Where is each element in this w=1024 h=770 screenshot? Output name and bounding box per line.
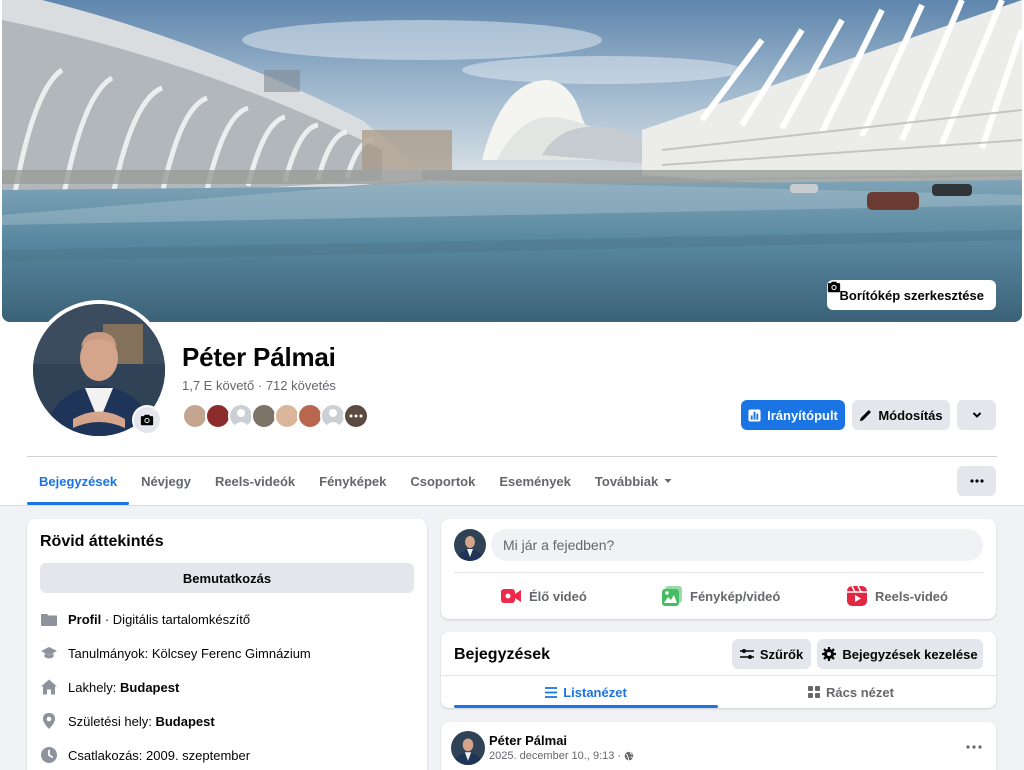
active-view-indicator (454, 705, 718, 708)
default-avatar-icon (233, 409, 249, 427)
composer-divider (454, 572, 984, 573)
intro-studies-text: Tanulmányok: Kölcsey Ferenc Gimnázium (68, 645, 311, 661)
intro-residence-row: Lakhely: Budapest (40, 678, 179, 696)
filter-sliders-icon (739, 649, 754, 659)
tab-events[interactable]: Események (487, 457, 583, 505)
chevron-down-icon (972, 412, 981, 418)
tab-photos[interactable]: Fényképek (307, 457, 398, 505)
profile-tabs: Bejegyzések Névjegy Reels-videók Fénykép… (27, 457, 685, 505)
tab-about[interactable]: Névjegy (129, 457, 203, 505)
posts-header-card: Bejegyzések Szűrők Bejegyzések kezelése … (441, 632, 996, 708)
avatar-illustration (454, 529, 486, 561)
intro-birthplace-value[interactable]: Budapest (155, 714, 214, 729)
intro-profile-row: Profil · Digitális tartalomkészítő (40, 610, 250, 628)
photo-video-label: Fénykép/videó (690, 588, 781, 604)
post-author-name[interactable]: Péter Pálmai (489, 733, 567, 748)
photo-video-button[interactable]: Fénykép/videó (662, 581, 780, 611)
location-pin-icon (43, 713, 55, 729)
more-dots-icon (966, 745, 982, 749)
intro-birthplace-row: Születési hely: Budapest (40, 712, 215, 730)
graduation-cap-icon (41, 647, 57, 659)
post-author-avatar[interactable] (451, 731, 485, 765)
briefcase-icon (41, 614, 57, 626)
intro-card: Rövid áttekintés Bemutatkozás Profil · D… (27, 519, 427, 770)
post-meta: 2025. december 10., 9:13 · (489, 750, 634, 762)
grid-icon (808, 686, 821, 698)
intro-title: Rövid áttekintés (40, 533, 164, 550)
more-friends-avatar[interactable] (343, 403, 369, 429)
list-view-label: Listanézet (563, 684, 627, 700)
more-dots-icon (969, 479, 984, 483)
intro-joined-row: Csatlakozás: 2009. szeptember (40, 746, 250, 764)
reels-video-button[interactable]: Reels-videó (847, 581, 948, 611)
friend-avatars[interactable] (182, 403, 369, 429)
tab-reels[interactable]: Reels-videók (203, 457, 307, 505)
live-video-icon (501, 589, 521, 603)
tab-more-label: Továbbiak (594, 473, 659, 489)
pencil-icon (860, 409, 872, 421)
grid-view-label: Rács nézet (826, 684, 894, 700)
gear-icon (822, 647, 837, 661)
add-bio-button[interactable]: Bemutatkozás (40, 563, 414, 593)
filters-label: Szűrők (759, 646, 804, 662)
dashboard-button[interactable]: Irányítópult (741, 400, 845, 430)
edit-profile-button[interactable]: Módosítás (852, 400, 950, 430)
post-options-button[interactable] (966, 736, 982, 754)
more-dots-icon (349, 414, 363, 418)
more-actions-button[interactable] (957, 400, 996, 430)
posts-title: Bejegyzések (454, 646, 551, 663)
live-video-button[interactable]: Élő videó (501, 581, 587, 611)
intro-birthplace-text: Születési hely: Budapest (68, 714, 215, 729)
tabs-more-options-button[interactable] (957, 466, 996, 496)
intro-studies-row: Tanulmányok: Kölcsey Ferenc Gimnázium (40, 644, 311, 662)
photo-icon (662, 586, 682, 606)
header-divider (0, 505, 1024, 506)
intro-residence-text: Lakhely: Budapest (68, 680, 179, 695)
reels-video-label: Reels-videó (875, 588, 948, 604)
composer-avatar[interactable] (454, 529, 486, 561)
profile-name: Péter Pálmai (182, 342, 336, 372)
tab-posts[interactable]: Bejegyzések (27, 457, 130, 505)
reels-icon (847, 586, 867, 606)
intro-joined-text: Csatlakozás: 2009. szeptember (68, 747, 251, 763)
intro-profile-label: Profil (68, 611, 102, 627)
caret-down-icon (664, 479, 672, 483)
intro-residence-label: Lakhely: (68, 679, 121, 695)
camera-icon (140, 414, 154, 426)
profile-header: Borítókép szerkesztése Péter Pálmai 1,7 … (0, 0, 1024, 506)
manage-posts-button[interactable]: Bejegyzések kezelése (817, 639, 983, 669)
live-video-label: Élő videó (529, 588, 587, 604)
edit-cover-button[interactable]: Borítókép szerkesztése (827, 280, 996, 310)
camera-icon (828, 281, 841, 293)
edit-profile-label: Módosítás (878, 407, 943, 423)
cover-photo[interactable]: Borítókép szerkesztése (2, 0, 1022, 322)
list-view-tab[interactable]: Listanézet (454, 676, 718, 708)
dashboard-label: Irányítópult (767, 407, 838, 423)
clock-icon (41, 747, 57, 763)
composer-input[interactable]: Mi jár a fejedben? (491, 529, 983, 561)
filters-button[interactable]: Szűrők (732, 639, 811, 669)
composer-card: Mi jár a fejedben? Élő videó Fénykép/vid… (441, 519, 996, 619)
dashboard-icon (748, 408, 761, 422)
home-icon (41, 679, 57, 695)
avatar-illustration (451, 731, 485, 765)
edit-cover-label: Borítókép szerkesztése (839, 287, 984, 303)
list-icon (545, 686, 558, 698)
intro-residence-value[interactable]: Budapest (120, 680, 179, 695)
manage-posts-label: Bejegyzések kezelése (842, 646, 978, 662)
intro-birthplace-label: Születési hely: (68, 713, 156, 729)
tab-more[interactable]: Továbbiak (583, 457, 685, 505)
tab-groups[interactable]: Csoportok (398, 457, 487, 505)
post-card: Péter Pálmai 2025. december 10., 9:13 · (441, 722, 996, 770)
default-avatar-icon (325, 409, 341, 427)
grid-view-tab[interactable]: Rács nézet (719, 676, 983, 708)
follower-stats[interactable]: 1,7 E követő · 712 követés (182, 378, 336, 393)
intro-profile-text: Profil · Digitális tartalomkészítő (68, 612, 250, 627)
post-date[interactable]: 2025. december 10., 9:13 · (489, 750, 621, 762)
cover-photo-illustration (2, 0, 1022, 322)
globe-icon (624, 751, 634, 761)
update-profile-picture-button[interactable] (132, 405, 162, 435)
intro-profile-value: · Digitális tartalomkészítő (101, 611, 251, 627)
